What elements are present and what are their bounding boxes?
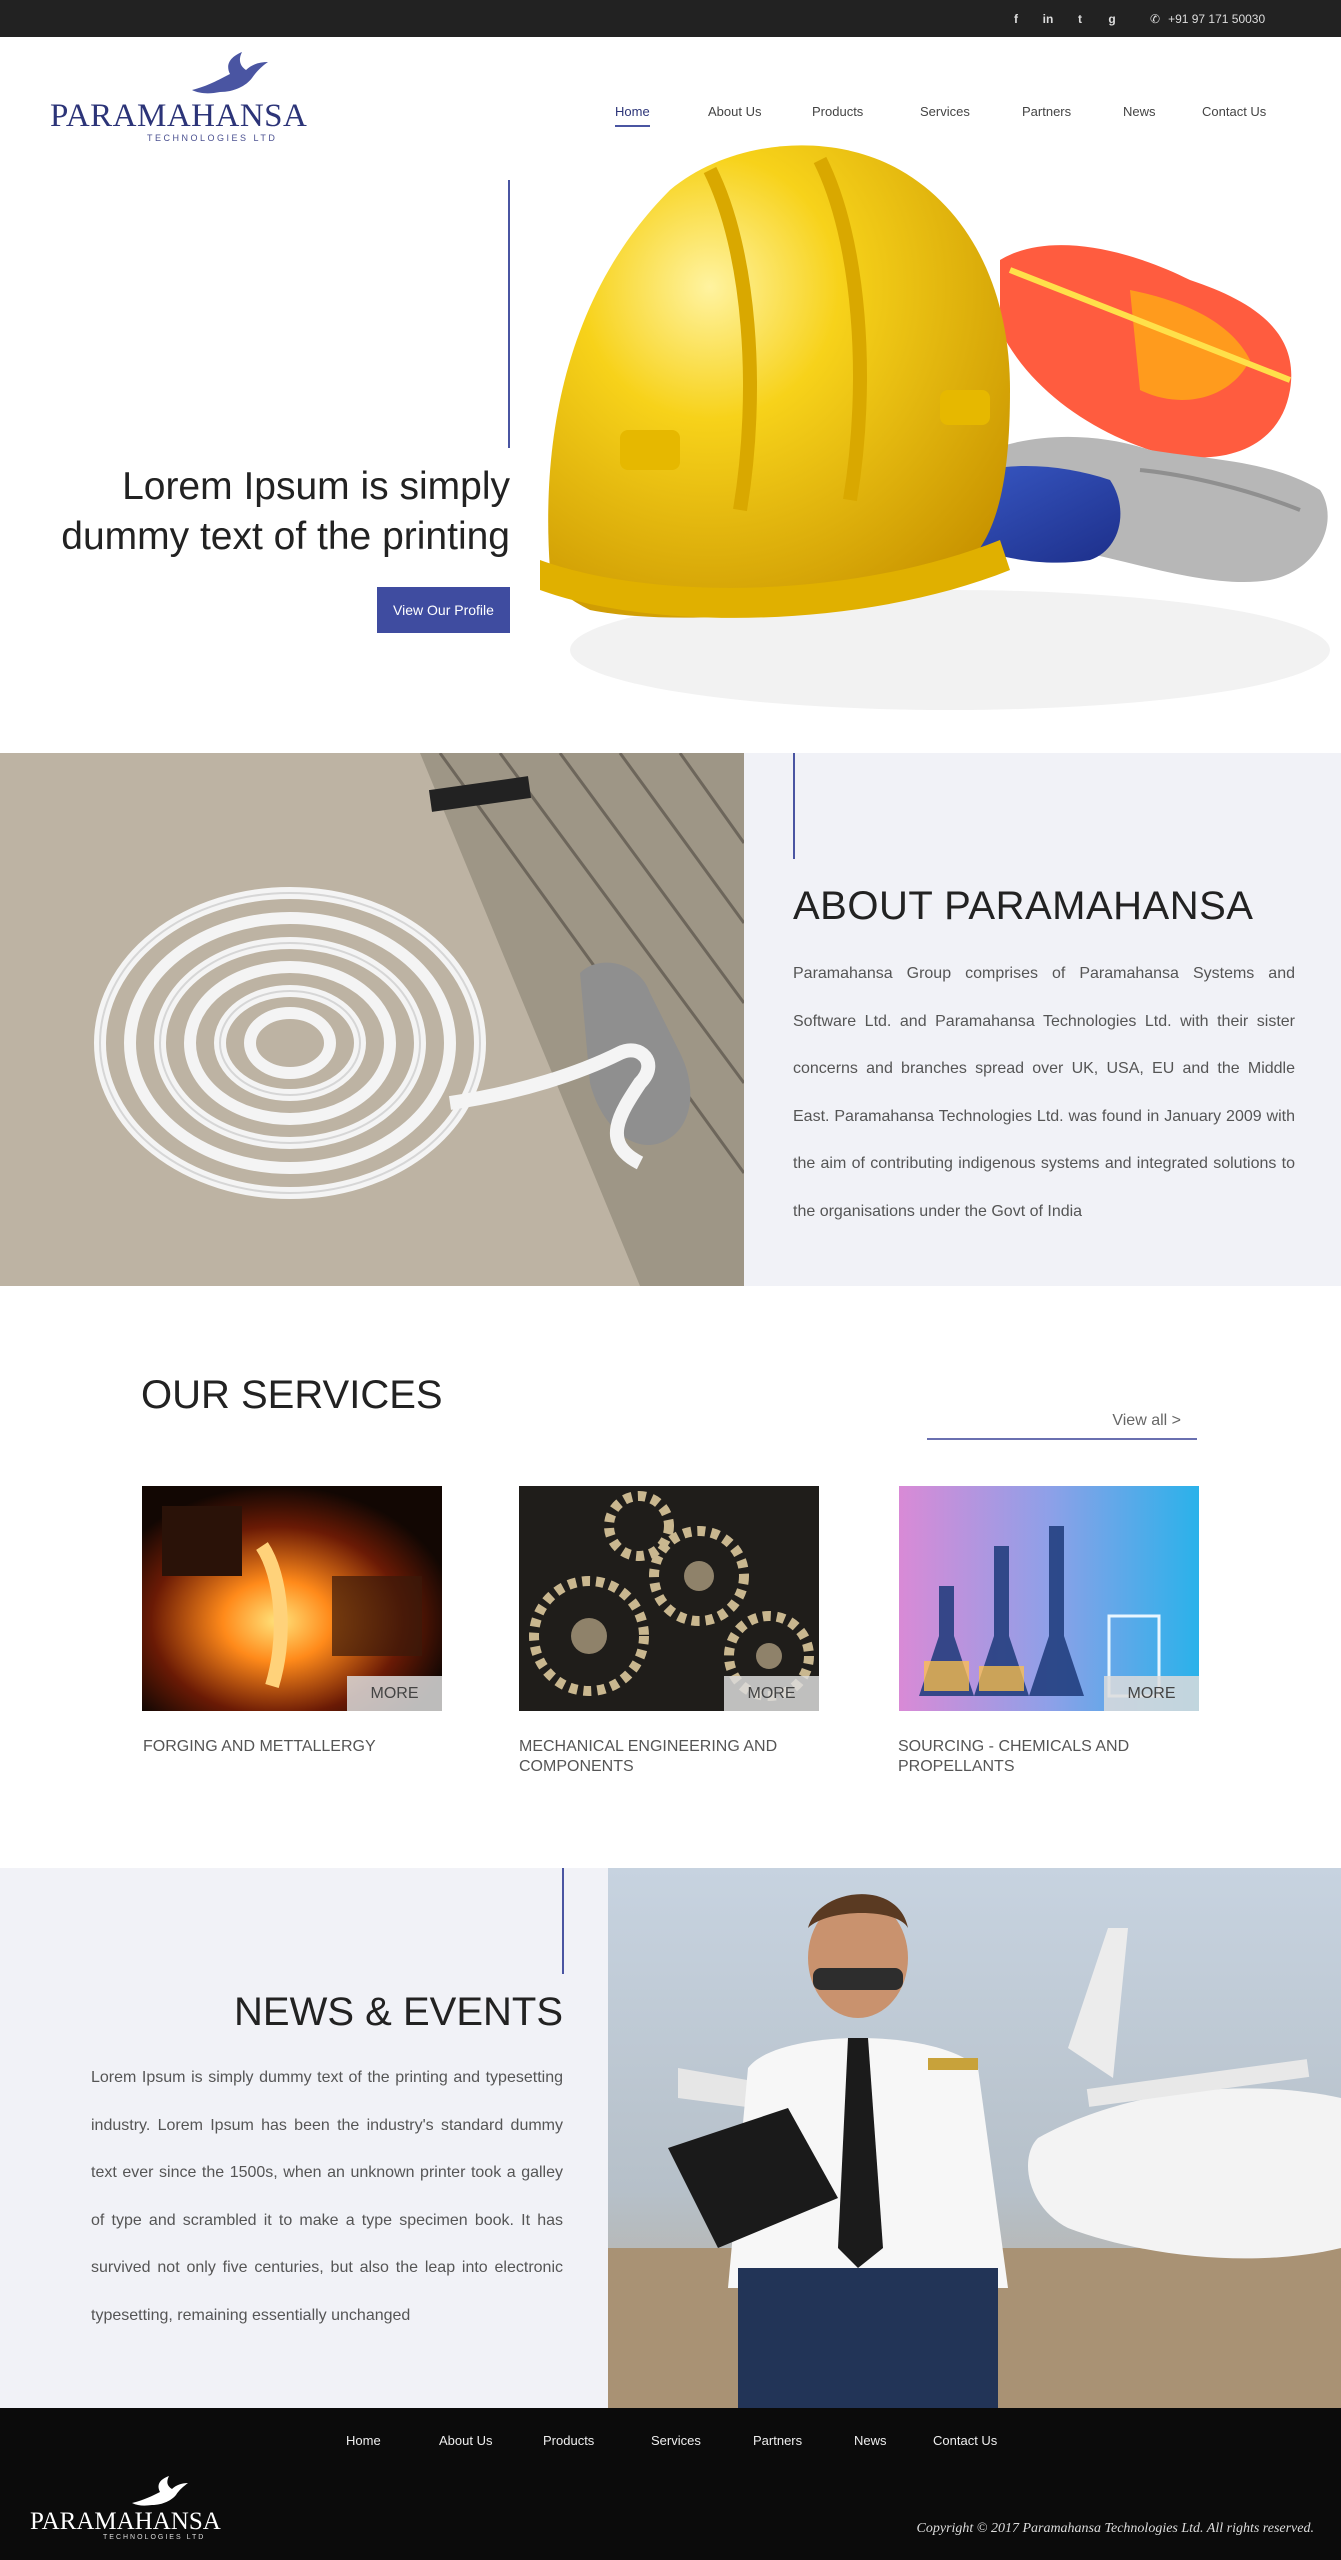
service-card-forging[interactable]: MORE — [142, 1486, 442, 1711]
footer-nav-news[interactable]: News — [854, 2433, 887, 2448]
service-card-chemicals[interactable]: MORE — [899, 1486, 1199, 1711]
nav-partners[interactable]: Partners — [1022, 104, 1071, 119]
linkedin-icon[interactable]: in — [1032, 12, 1064, 26]
copyright-text: Copyright © 2017 Paramahansa Technologie… — [916, 2521, 1314, 2536]
news-accent-line — [562, 1868, 564, 1974]
footer-nav-products[interactable]: Products — [543, 2433, 594, 2448]
hero-title: Lorem Ipsum is simply dummy text of the … — [0, 462, 510, 562]
nav-contact-us[interactable]: Contact Us — [1202, 104, 1266, 119]
rope-dock-illustration — [0, 753, 744, 1286]
nav-about-us[interactable]: About Us — [708, 104, 761, 119]
bird-logo-icon — [192, 52, 268, 94]
service-card-mechanical[interactable]: MORE — [519, 1486, 819, 1711]
more-button[interactable]: MORE — [347, 1676, 442, 1711]
footer-logo[interactable]: PARAMAHANSA TECHNOLOGIES LTD — [30, 2475, 221, 2545]
pilot-illustration — [608, 1868, 1341, 2408]
footer-bird-icon — [132, 2476, 188, 2506]
logo-subtitle: TECHNOLOGIES LTD — [147, 133, 278, 143]
about-text: Paramahansa Group comprises of Paramahan… — [793, 965, 1295, 1220]
hero-title-line-1: Lorem Ipsum is simply — [122, 465, 510, 508]
footer-nav-contact-us[interactable]: Contact Us — [933, 2433, 997, 2448]
more-button[interactable]: MORE — [1104, 1676, 1199, 1711]
view-profile-button[interactable]: View Our Profile — [377, 587, 510, 633]
phone-contact: ✆ +91 97 171 50030 — [1150, 0, 1265, 37]
nav-news[interactable]: News — [1123, 104, 1156, 119]
about-title: ABOUT PARAMAHANSA — [793, 884, 1254, 928]
about-accent-line — [793, 753, 795, 859]
top-bar: f in t g ✆ +91 97 171 50030 — [0, 0, 1341, 37]
footer-nav-home[interactable]: Home — [346, 2433, 381, 2448]
service-label-mechanical[interactable]: MECHANICAL ENGINEERING AND COMPONENTS — [519, 1737, 819, 1777]
twitter-icon[interactable]: t — [1064, 12, 1096, 26]
phone-number: +91 97 171 50030 — [1168, 11, 1266, 26]
service-label-chemicals[interactable]: SOURCING - CHEMICALS AND PROPELLANTS — [898, 1737, 1198, 1777]
footer-logo-subtitle: TECHNOLOGIES LTD — [103, 2534, 206, 2541]
hero-title-line-2: dummy text of the printing — [61, 515, 510, 558]
social-links: f in t g — [1000, 0, 1128, 37]
footer-nav-services[interactable]: Services — [651, 2433, 701, 2448]
hero-safety-gear-image — [540, 145, 1330, 710]
about-rope-image — [0, 753, 744, 1286]
phone-icon: ✆ — [1150, 11, 1161, 26]
site-logo[interactable]: PARAMAHANSA TECHNOLOGIES LTD — [50, 50, 307, 145]
footer-nav-partners[interactable]: Partners — [753, 2433, 802, 2448]
news-text: Lorem Ipsum is simply dummy text of the … — [91, 2069, 563, 2324]
service-label-forging[interactable]: FORGING AND METTALLERGY — [143, 1737, 443, 1757]
news-title: NEWS & EVENTS — [234, 1990, 563, 2034]
news-pilot-image — [608, 1868, 1341, 2408]
footer-nav-about-us[interactable]: About Us — [439, 2433, 492, 2448]
hero-accent-line — [508, 180, 510, 448]
footer-logo-brand: PARAMAHANSA — [30, 2508, 221, 2535]
nav-services[interactable]: Services — [920, 104, 970, 119]
google-plus-icon[interactable]: g — [1096, 12, 1128, 26]
logo-brand: PARAMAHANSA — [50, 98, 308, 134]
services-title: OUR SERVICES — [141, 1373, 443, 1417]
nav-products[interactable]: Products — [812, 104, 863, 119]
view-all-link[interactable]: View all > — [927, 1412, 1197, 1440]
more-button[interactable]: MORE — [724, 1676, 819, 1711]
facebook-icon[interactable]: f — [1000, 12, 1032, 26]
nav-home[interactable]: Home — [615, 104, 650, 127]
